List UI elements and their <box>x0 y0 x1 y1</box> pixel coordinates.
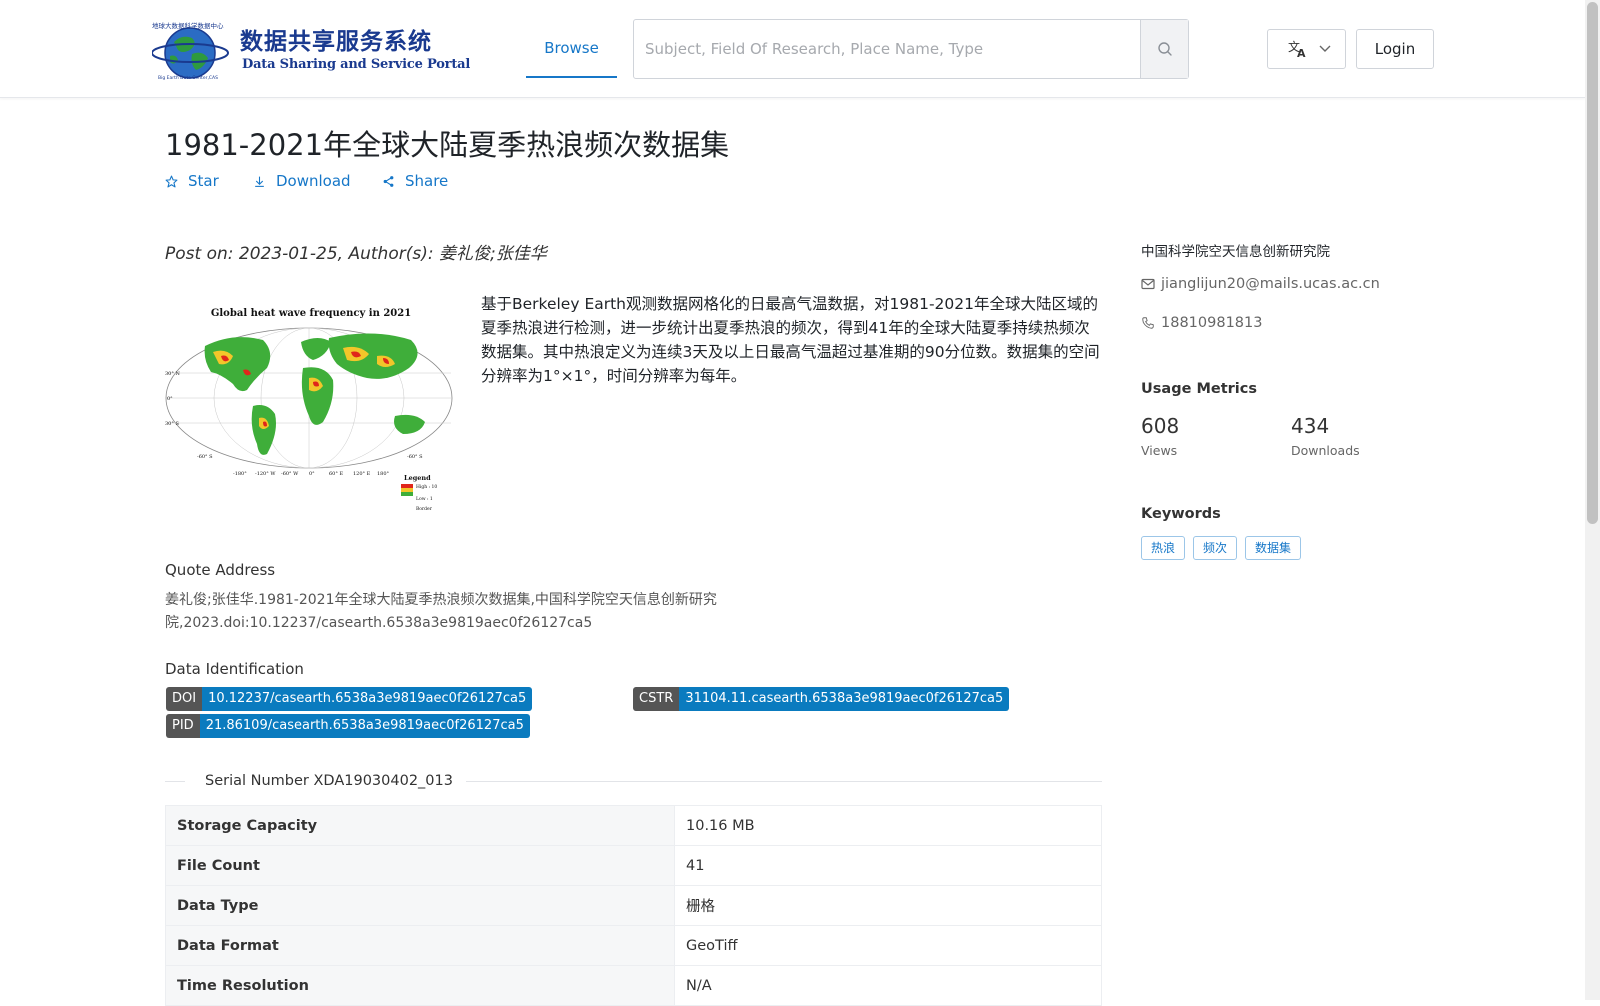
data-identification-label: Data Identification <box>165 660 304 678</box>
svg-text:-60° S: -60° S <box>407 454 423 460</box>
contact-email[interactable]: jianglijun20@mails.ucas.ac.cn <box>1141 276 1380 292</box>
spec-value: GeoTiff <box>674 925 1102 966</box>
views-label: Views <box>1141 443 1178 458</box>
scrollbar-thumb[interactable] <box>1587 2 1598 524</box>
star-label: Star <box>188 172 219 190</box>
spec-key: Data Type <box>165 885 675 926</box>
spec-value: 栅格 <box>674 885 1102 926</box>
svg-text:60° E: 60° E <box>329 471 343 477</box>
pid-badge[interactable]: PID 21.86109/casearth.6538a3e9819aec0f26… <box>166 714 530 738</box>
dataset-specs-table: Storage Capacity 10.16 MB File Count 41 … <box>165 805 1102 1006</box>
svg-text:-60° S: -60° S <box>197 454 213 460</box>
svg-text:-120° W: -120° W <box>255 471 276 477</box>
divider <box>466 781 1102 782</box>
svg-text:地球大数据科学数据中心: 地球大数据科学数据中心 <box>152 21 224 30</box>
thumbnail-legend-low: Low : 1 <box>416 496 433 502</box>
spec-key: Data Format <box>165 925 675 966</box>
dataset-title: 1981-2021年全球大陆夏季热浪频次数据集 <box>165 128 730 162</box>
doi-key: DOI <box>166 687 203 711</box>
spec-value: 41 <box>674 845 1102 886</box>
dataset-thumbnail-map[interactable]: Global heat wave frequency in 2021 30° N <box>163 298 459 516</box>
svg-text:Big Earth Data Center,CAS: Big Earth Data Center,CAS <box>158 75 218 80</box>
spec-value: 10.16 MB <box>674 805 1102 846</box>
spec-key: Storage Capacity <box>165 805 675 846</box>
svg-text:A: A <box>1297 47 1306 60</box>
logo-english-title: Data Sharing and Service Portal <box>242 57 471 72</box>
table-row: File Count 41 <box>165 845 1102 886</box>
dataset-abstract: 基于Berkeley Earth观测数据网格化的日最高气温数据，对1981-20… <box>481 295 1100 385</box>
nav-browse-tab[interactable]: Browse <box>526 0 617 78</box>
table-row: Storage Capacity 10.16 MB <box>165 805 1102 846</box>
keywords-heading: Keywords <box>1141 506 1221 522</box>
post-meta: Post on: 2023-01-25, Author(s): 姜礼俊;张佳华 <box>165 244 547 264</box>
svg-text:0°: 0° <box>309 471 315 477</box>
pid-value: 21.86109/casearth.6538a3e9819aec0f26127c… <box>199 714 530 738</box>
search-box <box>633 19 1189 79</box>
svg-text:30° N: 30° N <box>165 371 180 377</box>
phone-icon <box>1142 317 1154 329</box>
contact-phone[interactable]: 18810981813 <box>1141 315 1262 331</box>
divider <box>165 781 185 782</box>
thumbnail-title: Global heat wave frequency in 2021 <box>211 308 411 319</box>
svg-text:180°: 180° <box>377 471 390 477</box>
svg-text:0°: 0° <box>167 396 173 402</box>
svg-text:120° E: 120° E <box>353 471 371 477</box>
search-icon <box>1158 42 1172 56</box>
email-text: jianglijun20@mails.ucas.ac.cn <box>1161 276 1380 292</box>
cstr-badge[interactable]: CSTR 31104.11.casearth.6538a3e9819aec0f2… <box>633 687 1010 711</box>
svg-text:-60° W: -60° W <box>281 471 299 477</box>
downloads-label: Downloads <box>1291 443 1360 458</box>
quote-address-text: 姜礼俊;张佳华.1981-2021年全球大陆夏季热浪频次数据集,中国科学院空天信… <box>165 592 717 631</box>
thumbnail-legend-title: Legend <box>404 474 431 482</box>
doi-value: 10.12237/casearth.6538a3e9819aec0f26127c… <box>202 687 533 711</box>
mail-icon <box>1141 278 1155 290</box>
download-icon <box>255 176 264 187</box>
login-button[interactable]: Login <box>1356 29 1434 69</box>
share-label: Share <box>405 172 449 190</box>
translate-icon: 文 A <box>1288 39 1306 60</box>
pid-key: PID <box>166 714 200 738</box>
svg-text:30° S: 30° S <box>165 421 179 427</box>
cstr-key: CSTR <box>633 687 680 711</box>
organization-name: 中国科学院空天信息创新研究院 <box>1141 244 1330 260</box>
search-input[interactable] <box>634 20 1142 78</box>
svg-text:-180°: -180° <box>233 471 247 477</box>
phone-text: 18810981813 <box>1161 315 1263 331</box>
table-row: Data Type 栅格 <box>165 885 1102 926</box>
language-switcher[interactable]: 文 A <box>1267 29 1346 69</box>
share-icon <box>383 175 394 187</box>
serial-number: Serial Number XDA19030402_013 <box>205 773 453 789</box>
star-button[interactable]: Star <box>165 172 219 190</box>
logo-chinese-title: 数据共享服务系统 <box>240 28 432 55</box>
portal-logo[interactable]: 地球大数据科学数据中心 Big Earth Data Center,CAS 数据… <box>152 20 470 80</box>
views-count: 608 <box>1141 414 1180 438</box>
search-button[interactable] <box>1140 20 1188 78</box>
star-icon <box>165 175 178 187</box>
keyword-tag[interactable]: 热浪 <box>1141 536 1186 560</box>
downloads-count: 434 <box>1291 414 1330 438</box>
spec-key: File Count <box>165 845 675 886</box>
table-row: Data Format GeoTiff <box>165 925 1102 966</box>
top-navigation-bar: 地球大数据科学数据中心 Big Earth Data Center,CAS 数据… <box>0 0 1585 98</box>
quote-address-label: Quote Address <box>165 561 276 579</box>
download-button[interactable]: Download <box>253 172 351 190</box>
cstr-value: 31104.11.casearth.6538a3e9819aec0f26127c… <box>679 687 1010 711</box>
globe-logo-icon: 地球大数据科学数据中心 Big Earth Data Center,CAS <box>152 21 229 80</box>
chevron-down-icon <box>1319 45 1331 52</box>
keyword-tag[interactable]: 频次 <box>1193 536 1238 560</box>
share-button[interactable]: Share <box>382 172 448 190</box>
usage-metrics-heading: Usage Metrics <box>1141 381 1257 397</box>
doi-badge[interactable]: DOI 10.12237/casearth.6538a3e9819aec0f26… <box>166 687 533 711</box>
thumbnail-legend-border: Border <box>416 506 433 512</box>
download-label: Download <box>276 172 351 190</box>
thumbnail-legend-high: High : 10 <box>416 484 437 490</box>
keyword-tag[interactable]: 数据集 <box>1245 536 1302 560</box>
